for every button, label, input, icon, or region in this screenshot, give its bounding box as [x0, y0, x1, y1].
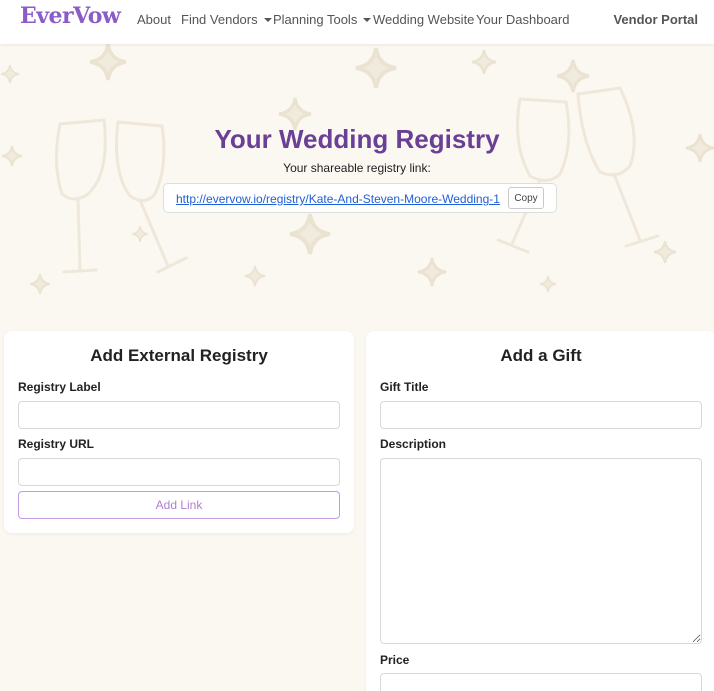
add-link-button[interactable]: Add Link	[18, 491, 340, 519]
copy-button[interactable]: Copy	[508, 187, 544, 209]
description-textarea[interactable]	[380, 458, 702, 644]
shareable-link-caption: Your shareable registry link:	[283, 161, 431, 175]
top-navbar: EverVow About Find Vendors Planning Tool…	[0, 0, 714, 44]
nav-find-vendors-label: Find Vendors	[181, 12, 258, 27]
price-input[interactable]	[380, 673, 702, 691]
description-label: Description	[380, 437, 447, 451]
nav-planning-tools[interactable]: Planning Tools	[273, 12, 372, 27]
champagne-sparkle-background	[0, 44, 714, 314]
add-gift-card: Add a Gift Gift Title Description Price	[366, 331, 714, 691]
nav-planning-tools-label: Planning Tools	[273, 12, 358, 27]
price-label: Price	[380, 653, 410, 667]
chevron-down-icon	[363, 18, 372, 22]
brand-logo[interactable]: EverVow	[20, 3, 121, 29]
registry-label-input[interactable]	[18, 401, 340, 429]
vendor-portal-link[interactable]: Vendor Portal	[613, 12, 698, 27]
registry-url-label: Registry URL	[18, 437, 95, 451]
page-title: Your Wedding Registry	[214, 124, 500, 154]
registry-url-input[interactable]	[18, 458, 340, 486]
card-title: Add a Gift	[500, 346, 582, 365]
registry-hero: Your Wedding Registry Your shareable reg…	[0, 44, 714, 314]
card-title: Add External Registry	[90, 346, 268, 365]
nav-find-vendors[interactable]: Find Vendors	[181, 12, 272, 27]
nav-about[interactable]: About	[137, 12, 171, 27]
add-external-registry-card: Add External Registry Registry Label Reg…	[4, 331, 354, 533]
registry-label-label: Registry Label	[18, 380, 101, 394]
gift-title-input[interactable]	[380, 401, 702, 429]
registry-link[interactable]: http://evervow.io/registry/Kate-And-Stev…	[176, 192, 500, 206]
chevron-down-icon	[263, 18, 272, 22]
gift-title-label: Gift Title	[380, 380, 429, 394]
nav-wedding-website[interactable]: Wedding Website	[373, 12, 474, 27]
shareable-link-box: http://evervow.io/registry/Kate-And-Stev…	[163, 183, 557, 213]
nav-your-dashboard[interactable]: Your Dashboard	[476, 12, 569, 27]
